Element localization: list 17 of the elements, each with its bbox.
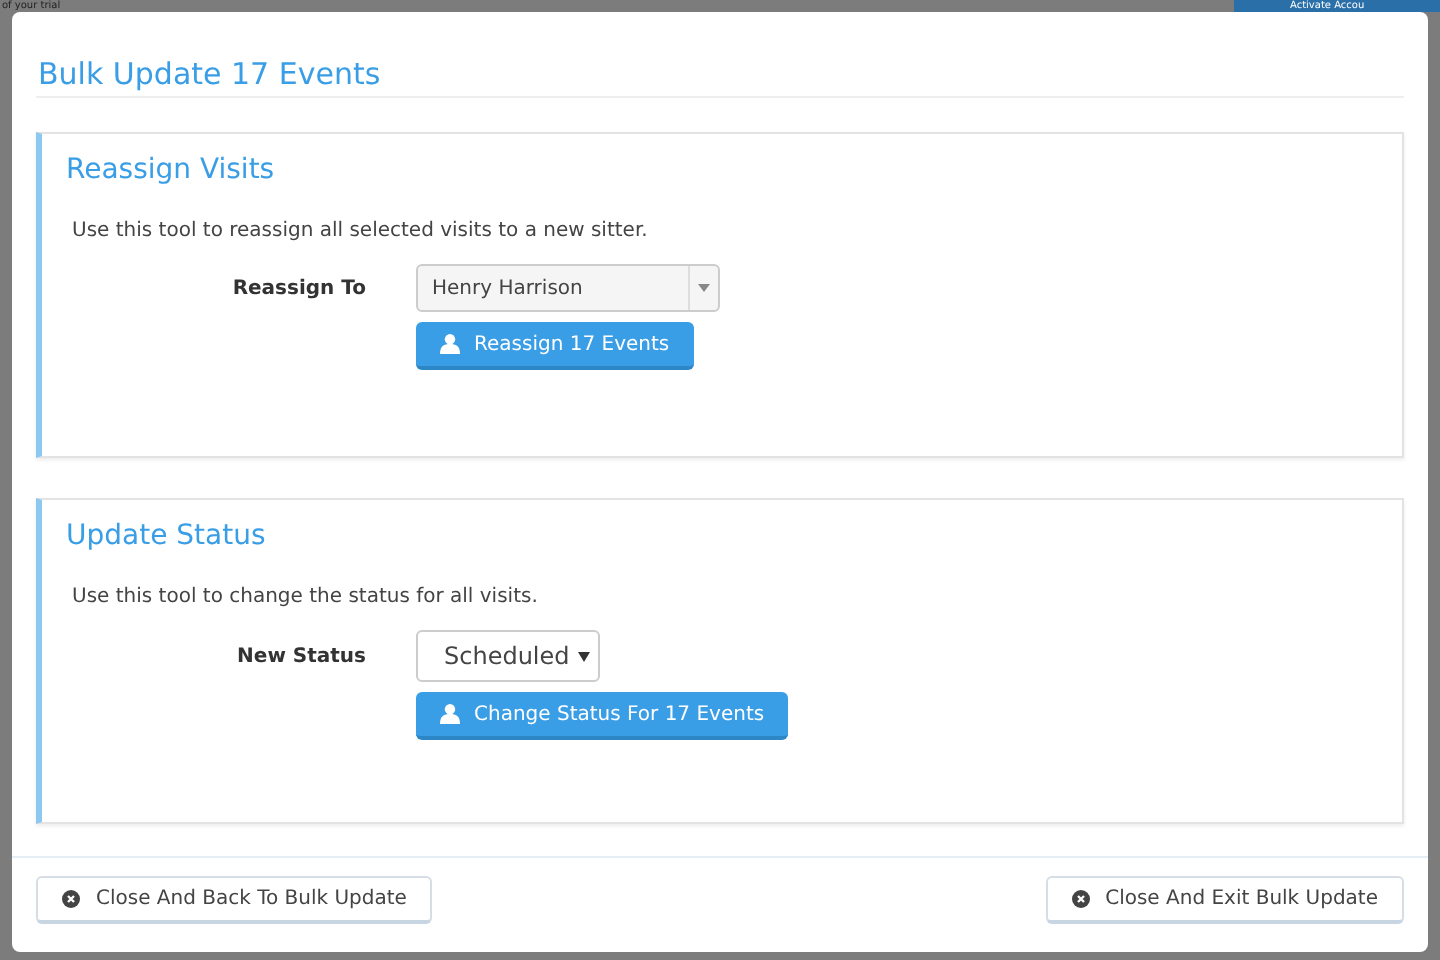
close-circle-icon bbox=[62, 890, 80, 908]
close-button[interactable]: Close And Exit Bulk Update bbox=[1045, 876, 1404, 924]
caret-icon bbox=[578, 651, 590, 661]
close-button[interactable]: Close And Back To Bulk Update bbox=[36, 876, 433, 924]
section-description: Use this tool to reassign all selected visits to a new sitter. bbox=[72, 220, 650, 242]
status-select[interactable]: Scheduled bbox=[416, 630, 600, 682]
user-icon bbox=[440, 334, 460, 354]
field-label: Reassign To bbox=[230, 277, 368, 299]
caret-icon bbox=[698, 284, 710, 292]
section-title: Reassign Visits bbox=[66, 154, 277, 186]
field-label: New Status bbox=[235, 645, 368, 667]
user-icon bbox=[440, 704, 460, 724]
section-title: Update Status bbox=[66, 520, 268, 552]
close-circle-icon bbox=[1071, 890, 1090, 908]
modal-title: Bulk Update 17 Events bbox=[36, 56, 1404, 98]
section-description: Use this tool to change the status for all visits. bbox=[72, 586, 540, 608]
reassign-dropdown[interactable]: Henry Harrison bbox=[416, 264, 720, 312]
